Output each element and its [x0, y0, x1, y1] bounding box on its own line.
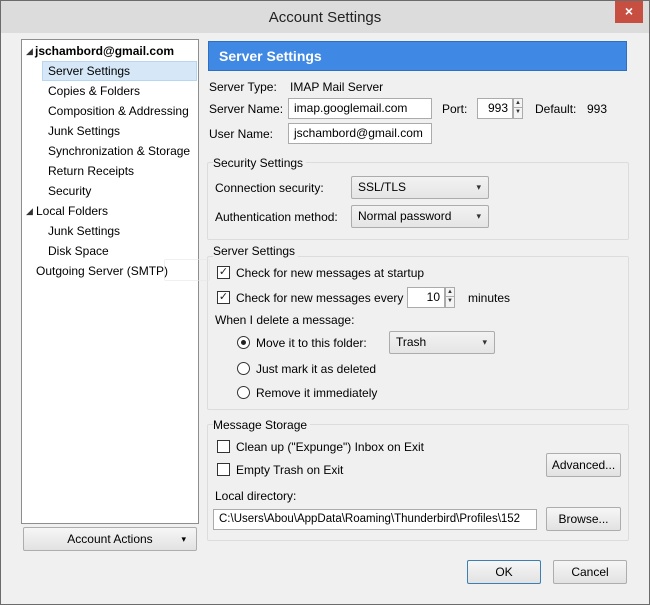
- tree-item-composition[interactable]: Composition & Addressing: [48, 101, 189, 121]
- title-bar[interactable]: Account Settings ×: [1, 1, 649, 33]
- authentication-select[interactable]: Normal password ▾: [351, 205, 489, 228]
- spin-up-icon[interactable]: ▲: [445, 287, 455, 297]
- server-type-label: Server Type:: [209, 80, 277, 94]
- tree-item-copies-folders[interactable]: Copies & Folders: [48, 81, 140, 101]
- tree-item-label: Server Settings: [48, 64, 131, 78]
- tree-item-account[interactable]: jschambord@gmail.com: [35, 41, 174, 61]
- authentication-value: Normal password: [358, 209, 452, 223]
- remove-immediately-label[interactable]: Remove it immediately: [256, 386, 377, 400]
- advanced-button[interactable]: Advanced...: [546, 453, 621, 477]
- security-settings-group: [207, 162, 629, 240]
- server-type-value: IMAP Mail Server: [290, 80, 384, 94]
- check-startup-checkbox[interactable]: ✓: [217, 266, 230, 279]
- cancel-button[interactable]: Cancel: [553, 560, 627, 584]
- tree-item-junk-settings[interactable]: Junk Settings: [48, 121, 120, 141]
- port-input[interactable]: 993: [477, 98, 513, 119]
- mark-deleted-label[interactable]: Just mark it as deleted: [256, 362, 376, 376]
- spin-up-icon[interactable]: ▲: [513, 98, 523, 108]
- expand-icon[interactable]: ◢: [26, 41, 33, 61]
- default-port-label: Default:: [535, 102, 577, 116]
- move-to-folder-label[interactable]: Move it to this folder:: [256, 336, 367, 350]
- connection-security-select[interactable]: SSL/TLS ▾: [351, 176, 489, 199]
- tree-item-return-receipts[interactable]: Return Receipts: [48, 161, 134, 181]
- tree-item-synchronization[interactable]: Synchronization & Storage: [48, 141, 190, 161]
- authentication-label: Authentication method:: [215, 210, 338, 224]
- delete-message-label: When I delete a message:: [215, 313, 355, 327]
- chevron-down-icon: ▾: [476, 211, 481, 221]
- cleanup-label[interactable]: Clean up ("Expunge") Inbox on Exit: [236, 440, 424, 454]
- message-storage-title: Message Storage: [213, 418, 311, 432]
- cleanup-checkbox[interactable]: [217, 440, 230, 453]
- server-name-input[interactable]: imap.googlemail.com: [288, 98, 432, 119]
- window-title: Account Settings: [268, 9, 382, 26]
- empty-trash-checkbox[interactable]: [217, 463, 230, 476]
- local-directory-label: Local directory:: [215, 489, 297, 503]
- check-every-label[interactable]: Check for new messages every: [236, 291, 403, 305]
- tree-item-security[interactable]: Security: [48, 181, 91, 201]
- security-settings-title: Security Settings: [213, 156, 307, 170]
- port-spinner[interactable]: ▲ ▼: [513, 98, 523, 119]
- spin-down-icon[interactable]: ▼: [513, 108, 523, 119]
- connection-security-value: SSL/TLS: [358, 180, 407, 194]
- trash-folder-value: Trash: [396, 335, 427, 349]
- user-name-input[interactable]: jschambord@gmail.com: [288, 123, 432, 144]
- chevron-down-icon: ▾: [476, 182, 481, 192]
- check-startup-label[interactable]: Check for new messages at startup: [236, 266, 424, 280]
- chevron-down-icon: ▾: [482, 337, 487, 347]
- port-label: Port:: [442, 102, 468, 116]
- local-directory-input[interactable]: C:\Users\Abou\AppData\Roaming\Thunderbir…: [213, 509, 537, 530]
- spin-down-icon[interactable]: ▼: [445, 297, 455, 308]
- tree-item-local-junk-settings[interactable]: Junk Settings: [48, 221, 120, 241]
- expand-icon[interactable]: ◢: [26, 201, 33, 221]
- server-name-label: Server Name:: [209, 102, 284, 116]
- browse-button[interactable]: Browse...: [546, 507, 621, 531]
- trash-folder-select[interactable]: Trash ▾: [389, 331, 495, 354]
- page-title: Server Settings: [208, 41, 627, 71]
- default-port-value: 993: [587, 102, 608, 116]
- account-settings-window: Account Settings × ◢ jschambord@gmail.co…: [0, 0, 650, 605]
- minutes-label: minutes: [468, 291, 511, 305]
- check-every-checkbox[interactable]: ✓: [217, 291, 230, 304]
- tree-item-disk-space[interactable]: Disk Space: [48, 241, 109, 261]
- ghost-drag-artifact: [164, 259, 210, 281]
- account-actions-label: Account Actions: [67, 532, 153, 546]
- user-name-label: User Name:: [209, 127, 274, 141]
- interval-input[interactable]: 10: [407, 287, 445, 308]
- tree-item-local-folders[interactable]: Local Folders: [36, 201, 108, 221]
- move-to-folder-radio[interactable]: [237, 336, 250, 349]
- tree-item-server-settings[interactable]: Server Settings: [42, 61, 197, 81]
- server-settings-title: Server Settings: [213, 244, 299, 258]
- ok-button[interactable]: OK: [467, 560, 541, 584]
- tree-item-outgoing-server[interactable]: Outgoing Server (SMTP): [36, 261, 168, 281]
- mark-deleted-radio[interactable]: [237, 362, 250, 375]
- connection-security-label: Connection security:: [215, 181, 324, 195]
- close-icon: ×: [624, 3, 634, 19]
- account-actions-button[interactable]: Account Actions ▾: [23, 527, 197, 551]
- empty-trash-label[interactable]: Empty Trash on Exit: [236, 463, 343, 477]
- remove-immediately-radio[interactable]: [237, 386, 250, 399]
- close-button[interactable]: ×: [615, 1, 643, 23]
- dropdown-arrow-icon: ▾: [181, 534, 186, 544]
- interval-spinner[interactable]: ▲ ▼: [445, 287, 455, 308]
- account-tree[interactable]: ◢ jschambord@gmail.com Server Settings C…: [21, 39, 199, 524]
